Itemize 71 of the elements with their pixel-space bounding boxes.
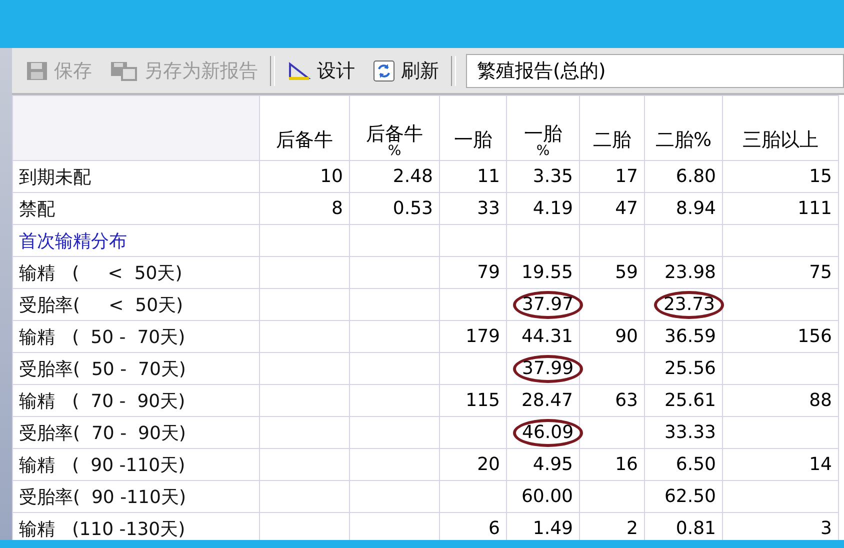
report-select-field[interactable]: 繁殖报告(总的) xyxy=(466,54,844,88)
section-header: 首次输精分布 xyxy=(12,224,260,256)
table-cell: 156 xyxy=(798,326,832,347)
row-label: 受胎率( 50 - 70天) xyxy=(12,352,260,384)
table-cell: 4.95 xyxy=(532,454,573,475)
table-cell: 4.19 xyxy=(532,198,573,219)
circled-value: 37.97 xyxy=(513,290,583,318)
column-header: 三胎以上 xyxy=(722,96,838,160)
table-cell: 62.50 xyxy=(664,486,716,507)
column-header: 后备牛 xyxy=(260,96,350,160)
circled-value: 23.73 xyxy=(654,290,724,318)
table-cell: 36.59 xyxy=(664,326,716,347)
table-cell: 179 xyxy=(466,326,500,347)
table-cell: 17 xyxy=(615,166,638,187)
table-cell: 25.61 xyxy=(664,390,716,411)
table-cell: 111 xyxy=(798,198,832,219)
table-cell: 2.48 xyxy=(392,166,433,187)
table-cell: 79 xyxy=(477,262,500,283)
row-label: 到期未配 xyxy=(12,160,260,192)
row-label: 输精 ( 50 - 70天) xyxy=(12,320,260,352)
column-header: 后备牛 % xyxy=(350,96,440,160)
column-header: 二胎 xyxy=(580,96,644,160)
column-header: 一胎 xyxy=(440,96,506,160)
table-cell: 23.98 xyxy=(664,262,716,283)
table-cell: 6.80 xyxy=(676,166,716,187)
table-cell: 0.81 xyxy=(676,518,716,539)
table-cell: 19.55 xyxy=(521,262,573,283)
circled-value: 37.99 xyxy=(513,354,583,382)
table-cell: 115 xyxy=(466,390,500,411)
toolbar-button[interactable]: 刷新 xyxy=(367,56,445,86)
toolbar-button[interactable]: 设计 xyxy=(281,56,361,86)
table-cell: 3.35 xyxy=(532,166,573,187)
table-cell: 28.47 xyxy=(521,390,573,411)
table-cell: 25.56 xyxy=(664,358,716,379)
table-cell: 75 xyxy=(809,262,832,283)
table-cell: 59 xyxy=(615,262,638,283)
table-cell: 11 xyxy=(477,166,500,187)
table-cell: 88 xyxy=(809,390,832,411)
table-cell: 6 xyxy=(488,518,500,539)
table-cell: 10 xyxy=(320,166,343,187)
triangle-ruler-icon xyxy=(287,60,311,80)
column-header: 二胎% xyxy=(644,96,722,160)
row-label: 受胎率( 70 - 90天) xyxy=(12,416,260,448)
table-cell: 8.94 xyxy=(676,198,716,219)
row-label: 禁配 xyxy=(12,192,260,224)
table-cell: 8 xyxy=(332,198,343,219)
table-cell: 14 xyxy=(809,454,832,475)
row-label: 输精 ( 90 -110天) xyxy=(12,448,260,480)
table-cell: 63 xyxy=(615,390,638,411)
floppy-disk-icon xyxy=(110,60,138,80)
table-cell: 16 xyxy=(615,454,638,475)
row-label: 输精 ( 70 - 90天) xyxy=(12,384,260,416)
row-label: 受胎率( 90 -110天) xyxy=(12,480,260,512)
table-cell: 6.50 xyxy=(676,454,716,475)
table-cell: 0.53 xyxy=(392,198,433,219)
row-label: 受胎率( < 50天) xyxy=(12,288,260,320)
table-cell: 47 xyxy=(615,198,638,219)
table-cell: 33.33 xyxy=(664,422,716,443)
table-cell: 15 xyxy=(809,166,832,187)
table-cell: 33 xyxy=(477,198,500,219)
table-cell: 1.49 xyxy=(532,518,573,539)
table-cell: 20 xyxy=(477,454,500,475)
refresh-icon xyxy=(373,60,395,82)
table-cell: 3 xyxy=(820,518,832,539)
table-cell: 44.31 xyxy=(521,326,573,347)
column-header: 一胎 % xyxy=(506,96,580,160)
table-cell: 90 xyxy=(615,326,638,347)
table-cell: 2 xyxy=(626,518,638,539)
table-cell: 60.00 xyxy=(521,486,573,507)
row-label: 输精 ( < 50天) xyxy=(12,256,260,288)
circled-value: 46.09 xyxy=(513,418,583,446)
